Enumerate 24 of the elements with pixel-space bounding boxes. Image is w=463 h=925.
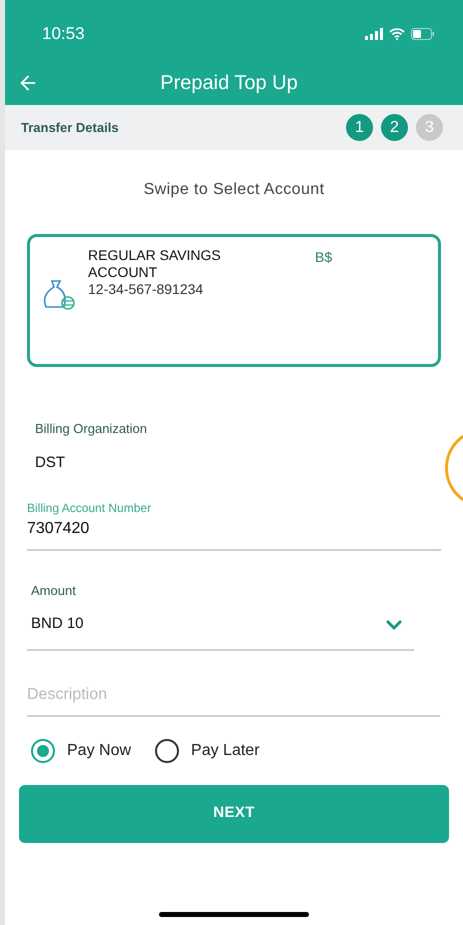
payment-option-radio[interactable]: Pay Later [155, 738, 260, 762]
battery-icon [411, 28, 435, 40]
field-value: DST [35, 452, 66, 472]
clock-time: 10:53 [42, 23, 85, 46]
description-field[interactable]: Description [27, 682, 440, 716]
wifi-icon [389, 28, 405, 40]
field-label: Amount [31, 582, 77, 600]
field-label: Billing Organization [35, 420, 148, 438]
account-number: 12-34-567-891234 [88, 281, 204, 298]
account-number-field[interactable]: 7307420 [27, 517, 441, 551]
field-label: Billing Account Number [27, 500, 152, 517]
account-currency: B$ [315, 248, 332, 267]
money-bag-icon [42, 279, 76, 311]
field-value: BND 10 [31, 614, 84, 634]
step-indicator: 1 [346, 114, 373, 141]
account-name: REGULAR SAVINGS ACCOUNT [88, 247, 222, 281]
swipe-prompt: Swipe to Select Account [142, 180, 326, 200]
payment-option-radio[interactable]: Pay Now [31, 738, 132, 762]
section-title: Transfer Details [21, 118, 119, 137]
page-title: Prepaid Top Up [159, 70, 299, 96]
amount-dropdown[interactable]: Amount BND 10 [27, 581, 414, 650]
account-card[interactable]: REGULAR SAVINGS ACCOUNT 12-34-567-891234 B$ [27, 234, 441, 367]
step-indicator: 2 [381, 114, 408, 141]
signal-icon [365, 28, 383, 40]
